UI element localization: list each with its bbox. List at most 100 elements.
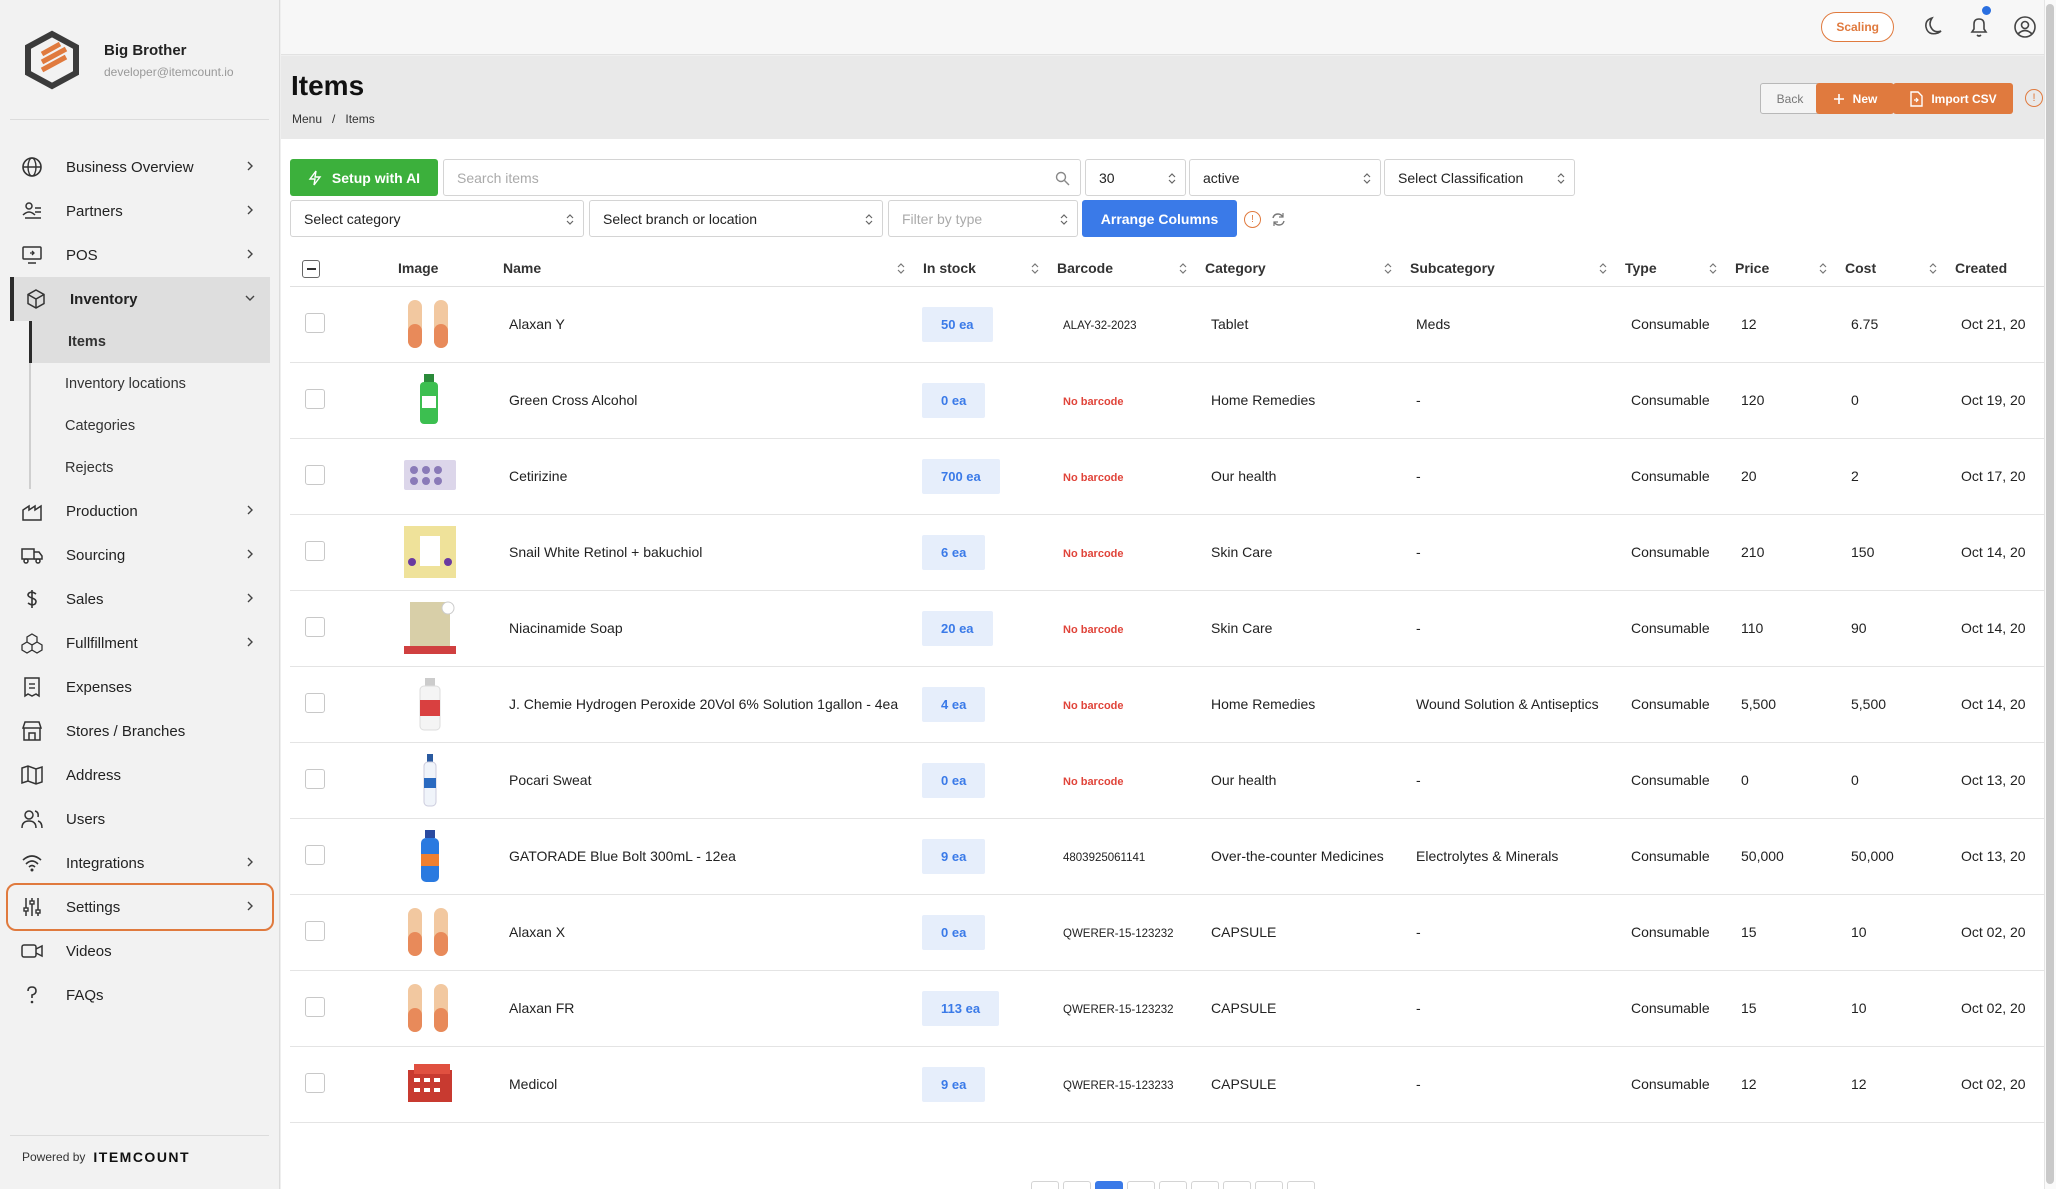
- row-checkbox[interactable]: [305, 920, 325, 941]
- page-scrollbar[interactable]: [2044, 0, 2056, 1189]
- status-select[interactable]: active: [1189, 159, 1381, 196]
- table-row[interactable]: Pocari Sweat 0 ea No barcode Our health - Con…: [290, 742, 2046, 819]
- row-checkbox[interactable]: [305, 312, 325, 333]
- sidebar-item-users[interactable]: Users: [0, 797, 280, 841]
- page-title: Items: [291, 70, 365, 101]
- breadcrumb-separator: /: [332, 112, 336, 126]
- column-header-name[interactable]: Name: [495, 250, 915, 287]
- table-row[interactable]: Niacinamide Soap 20 ea No barcode Skin Care…: [290, 590, 2046, 667]
- sidebar-item-settings[interactable]: Settings: [6, 883, 274, 931]
- item-name[interactable]: Niacinamide Soap: [495, 590, 915, 667]
- sidebar-item-inventory[interactable]: Inventory: [10, 277, 270, 321]
- setup-with-ai-button[interactable]: Setup with AI: [290, 159, 438, 196]
- sidebar-item-partners[interactable]: Partners: [0, 189, 280, 233]
- sidebar-item-address[interactable]: Address: [0, 753, 280, 797]
- sidebar-item-fullfillment[interactable]: Fullfillment: [0, 621, 280, 665]
- user-circle-icon[interactable]: [2012, 14, 2038, 40]
- column-header-type[interactable]: Type: [1617, 250, 1727, 287]
- sidebar-item-pos[interactable]: POS: [0, 233, 280, 277]
- table-row[interactable]: Green Cross Alcohol 0 ea No barcode Home Re…: [290, 362, 2046, 439]
- pagination-page-button[interactable]: [1031, 1181, 1059, 1189]
- type-filter-select[interactable]: Filter by type: [888, 200, 1078, 237]
- classification-select[interactable]: Select Classification: [1384, 159, 1575, 196]
- partners-icon: [22, 202, 41, 219]
- item-name[interactable]: Green Cross Alcohol: [495, 362, 915, 439]
- sidebar-subitem-categories[interactable]: Categories: [31, 405, 280, 447]
- row-checkbox[interactable]: [305, 616, 325, 637]
- info-icon[interactable]: !: [2025, 89, 2043, 107]
- column-header-cost[interactable]: Cost: [1837, 250, 1947, 287]
- item-name[interactable]: Pocari Sweat: [495, 742, 915, 819]
- page-size-select[interactable]: 30: [1085, 159, 1186, 196]
- column-header-subcategory[interactable]: Subcategory: [1402, 250, 1617, 287]
- sidebar-item-label: Videos: [66, 942, 112, 960]
- sidebar-item-production[interactable]: Production: [0, 489, 280, 533]
- table-row[interactable]: GATORADE Blue Bolt 300mL - 12ea 9 ea 48039…: [290, 818, 2046, 895]
- table-row[interactable]: Alaxan Y 50 ea ALAY-32-2023 Tablet Meds Consu…: [290, 286, 2046, 363]
- pagination-page-button[interactable]: [1287, 1181, 1315, 1189]
- branch-select[interactable]: Select branch or location: [589, 200, 883, 237]
- column-header-in-stock[interactable]: In stock: [915, 250, 1049, 287]
- pagination-page-button[interactable]: [1095, 1181, 1123, 1189]
- sidebar-item-label: Sales: [66, 590, 104, 608]
- pagination-page-button[interactable]: [1191, 1181, 1219, 1189]
- new-button[interactable]: New: [1816, 83, 1894, 114]
- row-checkbox[interactable]: [305, 768, 325, 789]
- bell-icon[interactable]: [1966, 14, 1992, 40]
- column-header-barcode[interactable]: Barcode: [1049, 250, 1197, 287]
- column-header-price[interactable]: Price: [1727, 250, 1837, 287]
- pagination-page-button[interactable]: [1063, 1181, 1091, 1189]
- sidebar-item-sales[interactable]: Sales: [0, 577, 280, 621]
- pagination-page-button[interactable]: [1127, 1181, 1155, 1189]
- row-checkbox[interactable]: [305, 464, 325, 485]
- sidebar-item-videos[interactable]: Videos: [0, 929, 280, 973]
- back-button[interactable]: Back: [1760, 83, 1820, 114]
- item-name[interactable]: GATORADE Blue Bolt 300mL - 12ea: [495, 818, 915, 895]
- import-csv-button[interactable]: Import CSV: [1893, 83, 2013, 114]
- row-checkbox[interactable]: [305, 388, 325, 409]
- breadcrumb-menu[interactable]: Menu: [292, 112, 322, 126]
- item-name[interactable]: Alaxan X: [495, 894, 915, 971]
- info-icon[interactable]: !: [1244, 211, 1261, 228]
- row-checkbox[interactable]: [305, 844, 325, 865]
- select-all-checkbox[interactable]: [302, 260, 320, 279]
- sidebar-item-sourcing[interactable]: Sourcing: [0, 533, 280, 577]
- table-row[interactable]: Alaxan FR 113 ea QWERER-15-123232 CAPSULE - C…: [290, 970, 2046, 1047]
- pagination-page-button[interactable]: [1159, 1181, 1187, 1189]
- column-header-category[interactable]: Category: [1197, 250, 1402, 287]
- item-name[interactable]: Snail White Retinol + bakuchiol: [495, 514, 915, 591]
- table-row[interactable]: Alaxan X0 ea QWERER-15-123232 CAPSULE - Cons…: [290, 894, 2046, 971]
- item-name[interactable]: Medicol: [495, 1046, 915, 1123]
- item-name[interactable]: Alaxan FR: [495, 970, 915, 1047]
- sidebar-subitem-inventory-locations[interactable]: Inventory locations: [31, 363, 280, 405]
- sidebar-item-faqs[interactable]: FAQs: [0, 973, 280, 1017]
- refresh-icon[interactable]: [1271, 212, 1286, 227]
- arrange-columns-button[interactable]: Arrange Columns: [1082, 200, 1237, 237]
- sidebar-item-business-overview[interactable]: Business Overview: [0, 145, 280, 189]
- row-checkbox[interactable]: [305, 540, 325, 561]
- sidebar-item-expenses[interactable]: Expenses: [0, 665, 280, 709]
- row-checkbox[interactable]: [305, 1072, 325, 1093]
- search-input[interactable]: Search items: [443, 159, 1081, 196]
- sidebar-item-stores-branches[interactable]: Stores / Branches: [0, 709, 280, 753]
- moon-icon[interactable]: [1920, 14, 1946, 40]
- column-header-created[interactable]: Created: [1947, 250, 2046, 287]
- org-switcher[interactable]: Big Brother developer@itemcount.io: [22, 30, 234, 90]
- table-row[interactable]: Medicol 9 ea QWERER-15-123233 CAPSULE - Consu…: [290, 1046, 2046, 1123]
- item-name[interactable]: Alaxan Y: [495, 286, 915, 363]
- table-row[interactable]: Cetirizine 700 ea No barcode Our health - Con…: [290, 438, 2046, 515]
- item-name[interactable]: J. Chemie Hydrogen Peroxide 20Vol 6% Sol…: [495, 666, 915, 743]
- table-row[interactable]: Snail White Retinol + bakuchiol 6 ea No ba…: [290, 514, 2046, 591]
- scrollbar-thumb[interactable]: [2046, 4, 2054, 1184]
- item-name[interactable]: Cetirizine: [495, 438, 915, 515]
- category-select[interactable]: Select category: [290, 200, 584, 237]
- pagination-page-button[interactable]: [1255, 1181, 1283, 1189]
- sidebar-item-integrations[interactable]: Integrations: [0, 841, 280, 885]
- pagination-page-button[interactable]: [1223, 1181, 1251, 1189]
- row-checkbox[interactable]: [305, 692, 325, 713]
- sidebar-subitem-rejects[interactable]: Rejects: [31, 447, 280, 489]
- table-row[interactable]: J. Chemie Hydrogen Peroxide 20Vol 6% Sol…: [290, 666, 2046, 743]
- plan-badge[interactable]: Scaling: [1821, 12, 1894, 42]
- sidebar-subitem-items[interactable]: Items: [29, 321, 270, 363]
- row-checkbox[interactable]: [305, 996, 325, 1017]
